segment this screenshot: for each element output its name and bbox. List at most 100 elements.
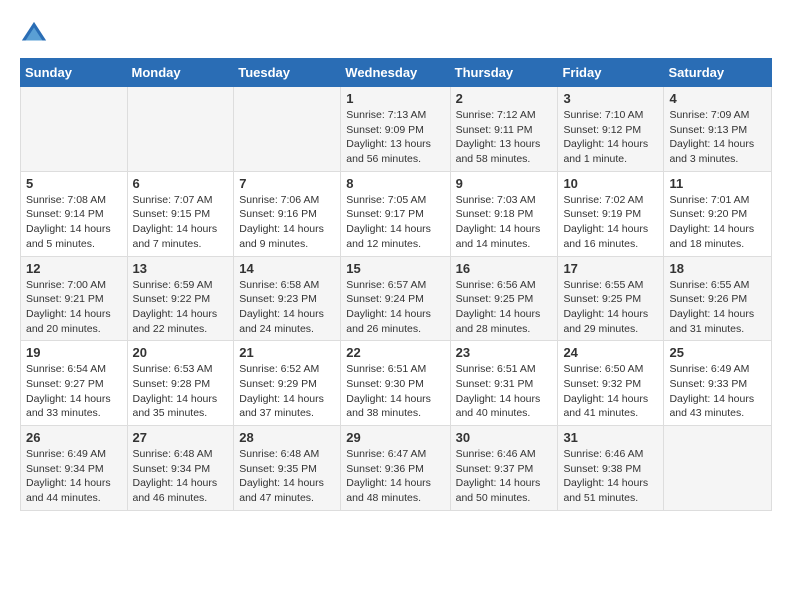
weekday-header-sunday: Sunday xyxy=(21,59,128,87)
day-number: 28 xyxy=(239,430,335,445)
calendar-cell xyxy=(234,87,341,172)
day-info: Sunrise: 6:59 AM Sunset: 9:22 PM Dayligh… xyxy=(133,278,229,337)
day-info: Sunrise: 6:46 AM Sunset: 9:38 PM Dayligh… xyxy=(563,447,658,506)
week-row-3: 12 Sunrise: 7:00 AM Sunset: 9:21 PM Dayli… xyxy=(21,256,772,341)
day-info: Sunrise: 7:10 AM Sunset: 9:12 PM Dayligh… xyxy=(563,108,658,167)
day-info: Sunrise: 7:08 AM Sunset: 9:14 PM Dayligh… xyxy=(26,193,122,252)
calendar-cell: 2 Sunrise: 7:12 AM Sunset: 9:11 PM Daylig… xyxy=(450,87,558,172)
day-number: 17 xyxy=(563,261,658,276)
day-info: Sunrise: 6:55 AM Sunset: 9:26 PM Dayligh… xyxy=(669,278,766,337)
day-info: Sunrise: 7:05 AM Sunset: 9:17 PM Dayligh… xyxy=(346,193,444,252)
day-info: Sunrise: 6:58 AM Sunset: 9:23 PM Dayligh… xyxy=(239,278,335,337)
day-number: 6 xyxy=(133,176,229,191)
day-number: 3 xyxy=(563,91,658,106)
calendar-cell: 5 Sunrise: 7:08 AM Sunset: 9:14 PM Daylig… xyxy=(21,171,128,256)
day-info: Sunrise: 6:49 AM Sunset: 9:34 PM Dayligh… xyxy=(26,447,122,506)
calendar-cell: 15 Sunrise: 6:57 AM Sunset: 9:24 PM Dayli… xyxy=(341,256,450,341)
calendar-cell: 14 Sunrise: 6:58 AM Sunset: 9:23 PM Dayli… xyxy=(234,256,341,341)
day-info: Sunrise: 7:09 AM Sunset: 9:13 PM Dayligh… xyxy=(669,108,766,167)
weekday-header-friday: Friday xyxy=(558,59,664,87)
day-info: Sunrise: 6:49 AM Sunset: 9:33 PM Dayligh… xyxy=(669,362,766,421)
day-number: 29 xyxy=(346,430,444,445)
day-number: 20 xyxy=(133,345,229,360)
day-info: Sunrise: 6:52 AM Sunset: 9:29 PM Dayligh… xyxy=(239,362,335,421)
calendar-cell: 3 Sunrise: 7:10 AM Sunset: 9:12 PM Daylig… xyxy=(558,87,664,172)
day-number: 1 xyxy=(346,91,444,106)
week-row-5: 26Sunrise: 6:49 AM Sunset: 9:34 PM Dayli… xyxy=(21,426,772,511)
day-number: 4 xyxy=(669,91,766,106)
day-info: Sunrise: 7:13 AM Sunset: 9:09 PM Dayligh… xyxy=(346,108,444,167)
day-number: 13 xyxy=(133,261,229,276)
calendar-cell: 19 Sunrise: 6:54 AM Sunset: 9:27 PM Dayli… xyxy=(21,341,128,426)
calendar-cell: 21Sunrise: 6:52 AM Sunset: 9:29 PM Dayli… xyxy=(234,341,341,426)
weekday-header-monday: Monday xyxy=(127,59,234,87)
day-number: 15 xyxy=(346,261,444,276)
day-number: 8 xyxy=(346,176,444,191)
weekday-header-thursday: Thursday xyxy=(450,59,558,87)
day-number: 19 xyxy=(26,345,122,360)
day-info: Sunrise: 6:57 AM Sunset: 9:24 PM Dayligh… xyxy=(346,278,444,337)
day-info: Sunrise: 6:51 AM Sunset: 9:31 PM Dayligh… xyxy=(456,362,553,421)
calendar-cell: 22 Sunrise: 6:51 AM Sunset: 9:30 PM Dayli… xyxy=(341,341,450,426)
calendar-cell: 7Sunrise: 7:06 AM Sunset: 9:16 PM Daylig… xyxy=(234,171,341,256)
day-info: Sunrise: 6:53 AM Sunset: 9:28 PM Dayligh… xyxy=(133,362,229,421)
calendar-cell: 9Sunrise: 7:03 AM Sunset: 9:18 PM Daylig… xyxy=(450,171,558,256)
day-number: 25 xyxy=(669,345,766,360)
day-number: 24 xyxy=(563,345,658,360)
day-info: Sunrise: 6:56 AM Sunset: 9:25 PM Dayligh… xyxy=(456,278,553,337)
calendar-cell: 25 Sunrise: 6:49 AM Sunset: 9:33 PM Dayli… xyxy=(664,341,772,426)
day-info: Sunrise: 6:48 AM Sunset: 9:34 PM Dayligh… xyxy=(133,447,229,506)
day-number: 31 xyxy=(563,430,658,445)
day-number: 11 xyxy=(669,176,766,191)
day-number: 7 xyxy=(239,176,335,191)
day-number: 14 xyxy=(239,261,335,276)
day-number: 5 xyxy=(26,176,122,191)
day-info: Sunrise: 7:07 AM Sunset: 9:15 PM Dayligh… xyxy=(133,193,229,252)
calendar-cell: 6 Sunrise: 7:07 AM Sunset: 9:15 PM Daylig… xyxy=(127,171,234,256)
day-number: 27 xyxy=(133,430,229,445)
calendar-cell: 28 Sunrise: 6:48 AM Sunset: 9:35 PM Dayli… xyxy=(234,426,341,511)
calendar-cell: 23 Sunrise: 6:51 AM Sunset: 9:31 PM Dayli… xyxy=(450,341,558,426)
calendar-cell: 26Sunrise: 6:49 AM Sunset: 9:34 PM Dayli… xyxy=(21,426,128,511)
calendar-cell: 31 Sunrise: 6:46 AM Sunset: 9:38 PM Dayli… xyxy=(558,426,664,511)
calendar-cell: 4 Sunrise: 7:09 AM Sunset: 9:13 PM Daylig… xyxy=(664,87,772,172)
day-number: 9 xyxy=(456,176,553,191)
day-number: 23 xyxy=(456,345,553,360)
day-info: Sunrise: 6:46 AM Sunset: 9:37 PM Dayligh… xyxy=(456,447,553,506)
calendar-cell: 10Sunrise: 7:02 AM Sunset: 9:19 PM Dayli… xyxy=(558,171,664,256)
calendar-cell: 17 Sunrise: 6:55 AM Sunset: 9:25 PM Dayli… xyxy=(558,256,664,341)
weekday-header-wednesday: Wednesday xyxy=(341,59,450,87)
day-number: 22 xyxy=(346,345,444,360)
day-info: Sunrise: 7:01 AM Sunset: 9:20 PM Dayligh… xyxy=(669,193,766,252)
day-info: Sunrise: 7:12 AM Sunset: 9:11 PM Dayligh… xyxy=(456,108,553,167)
day-info: Sunrise: 6:50 AM Sunset: 9:32 PM Dayligh… xyxy=(563,362,658,421)
page-header xyxy=(20,20,772,48)
day-number: 18 xyxy=(669,261,766,276)
day-info: Sunrise: 6:51 AM Sunset: 9:30 PM Dayligh… xyxy=(346,362,444,421)
calendar-cell: 30 Sunrise: 6:46 AM Sunset: 9:37 PM Dayli… xyxy=(450,426,558,511)
week-row-2: 5 Sunrise: 7:08 AM Sunset: 9:14 PM Daylig… xyxy=(21,171,772,256)
day-info: Sunrise: 6:48 AM Sunset: 9:35 PM Dayligh… xyxy=(239,447,335,506)
day-number: 2 xyxy=(456,91,553,106)
weekday-header-row: SundayMondayTuesdayWednesdayThursdayFrid… xyxy=(21,59,772,87)
logo xyxy=(20,20,52,48)
week-row-1: 1 Sunrise: 7:13 AM Sunset: 9:09 PM Daylig… xyxy=(21,87,772,172)
calendar-cell: 20 Sunrise: 6:53 AM Sunset: 9:28 PM Dayli… xyxy=(127,341,234,426)
day-info: Sunrise: 7:02 AM Sunset: 9:19 PM Dayligh… xyxy=(563,193,658,252)
calendar-table: SundayMondayTuesdayWednesdayThursdayFrid… xyxy=(20,58,772,511)
day-info: Sunrise: 6:54 AM Sunset: 9:27 PM Dayligh… xyxy=(26,362,122,421)
day-number: 12 xyxy=(26,261,122,276)
logo-icon xyxy=(20,20,48,48)
day-info: Sunrise: 6:47 AM Sunset: 9:36 PM Dayligh… xyxy=(346,447,444,506)
calendar-cell: 8 Sunrise: 7:05 AM Sunset: 9:17 PM Daylig… xyxy=(341,171,450,256)
calendar-cell xyxy=(21,87,128,172)
calendar-cell: 11 Sunrise: 7:01 AM Sunset: 9:20 PM Dayli… xyxy=(664,171,772,256)
calendar-cell: 24 Sunrise: 6:50 AM Sunset: 9:32 PM Dayli… xyxy=(558,341,664,426)
day-number: 16 xyxy=(456,261,553,276)
day-info: Sunrise: 7:00 AM Sunset: 9:21 PM Dayligh… xyxy=(26,278,122,337)
calendar-cell: 1 Sunrise: 7:13 AM Sunset: 9:09 PM Daylig… xyxy=(341,87,450,172)
day-number: 30 xyxy=(456,430,553,445)
weekday-header-tuesday: Tuesday xyxy=(234,59,341,87)
calendar-cell: 12 Sunrise: 7:00 AM Sunset: 9:21 PM Dayli… xyxy=(21,256,128,341)
day-info: Sunrise: 6:55 AM Sunset: 9:25 PM Dayligh… xyxy=(563,278,658,337)
